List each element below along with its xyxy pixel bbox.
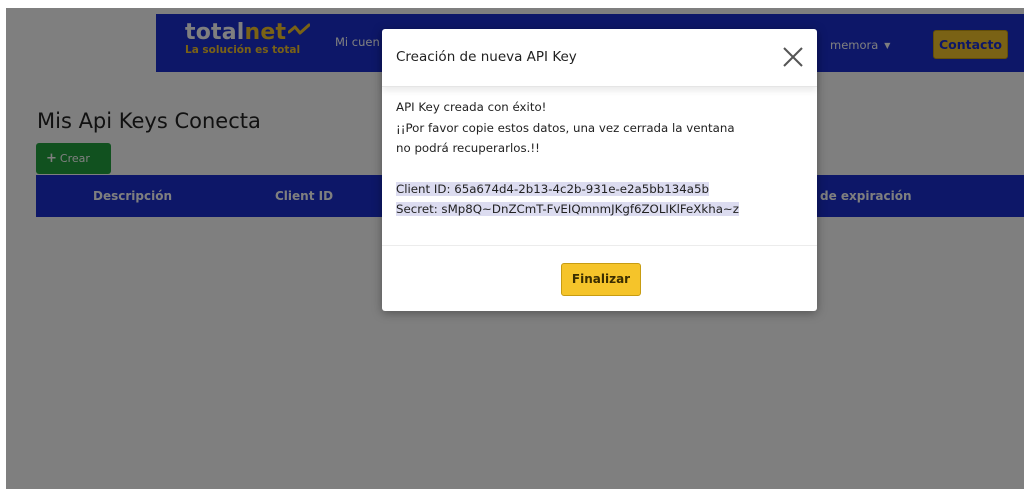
warning-line-2: no podrá recuperarlos.!! (396, 141, 540, 155)
success-message: API Key creada con éxito! (396, 100, 547, 114)
modal-header: Creación de nueva API Key (382, 29, 817, 87)
modal-footer: Finalizar (382, 245, 817, 311)
client-id-text[interactable]: Client ID: 65a674d4-2b13-4c2b-931e-e2a5b… (396, 181, 709, 196)
modal-body: API Key creada con éxito! ¡¡Por favor co… (396, 97, 806, 220)
modal-title: Creación de nueva API Key (396, 49, 577, 65)
warning-line-1: ¡¡Por favor copie estos datos, una vez c… (396, 120, 735, 135)
finish-button[interactable]: Finalizar (561, 263, 641, 296)
close-icon[interactable] (780, 44, 806, 70)
secret-text[interactable]: Secret: sMp8Q~DnZCmT-FvEIQmnmJKgf6ZOLIKl… (396, 202, 740, 216)
page: totalnet La solución es total Mi cuen me… (6, 8, 1024, 489)
new-api-key-modal: Creación de nueva API Key API Key creada… (382, 29, 817, 311)
